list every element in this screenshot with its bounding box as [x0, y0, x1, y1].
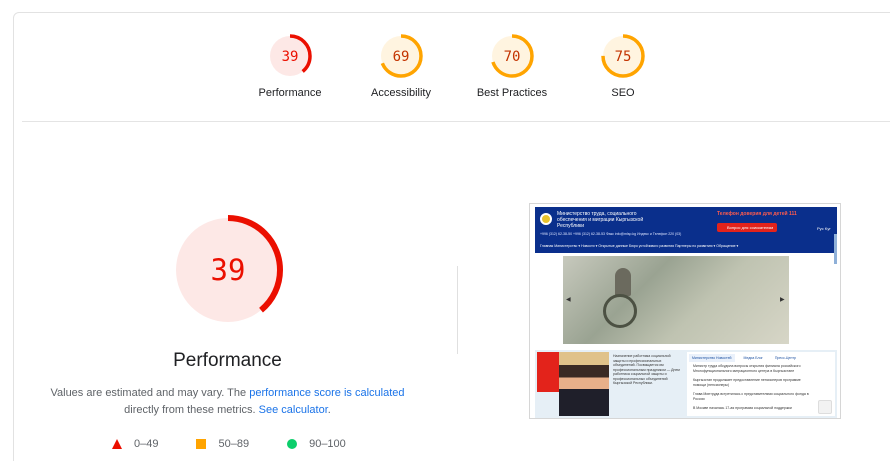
site-bottom: Назначение работника социальной защиты и…	[535, 350, 837, 418]
gauge-label: SEO	[611, 87, 635, 99]
section-divider	[22, 121, 890, 122]
page-screenshot-thumbnail[interactable]: Министерство труда, социального обеспече…	[529, 203, 841, 419]
gauge-seo[interactable]: 75 SEO	[563, 32, 683, 99]
performance-gauge-large: 39	[170, 212, 286, 333]
news-item: Глава Минтруда встретилась с представите…	[693, 392, 809, 401]
site-scrollbar	[834, 234, 837, 264]
gauge-accessibility[interactable]: 69 Accessibility	[341, 32, 461, 99]
vertical-separator	[457, 266, 458, 354]
circle-icon	[287, 439, 298, 449]
news-tab: Министерство Новостей	[689, 354, 735, 362]
summary-gauges: 39 Performance 69 Accessibility 70 Best …	[0, 32, 890, 112]
gauge-ring: 39	[268, 34, 312, 78]
legend-range: 0–49	[134, 438, 159, 450]
hotline-text: Телефон доверия для детей 111	[717, 211, 797, 217]
note-text-2: directly from these metrics.	[124, 404, 259, 416]
gauge-score: 70	[504, 49, 521, 65]
article-text: Назначение работника социальной защиты и…	[613, 354, 680, 385]
site-lang: Рус Kyr	[817, 226, 831, 231]
gauge-score: 75	[615, 49, 632, 65]
legend-range: 90–100	[309, 438, 346, 450]
recaptcha-icon	[818, 400, 832, 414]
performance-score-link[interactable]: performance score is calculated	[249, 387, 404, 399]
portrait-photo	[559, 352, 609, 416]
gauge-performance[interactable]: 39 Performance	[230, 32, 350, 99]
gauge-ring: 70	[490, 34, 534, 78]
news-tab: Пресс-Центр	[774, 356, 796, 360]
legend-average: 50–89	[196, 438, 249, 450]
legend-pass: 90–100	[287, 438, 346, 450]
score-legend: 0–49 50–89 90–100	[112, 438, 384, 450]
person-shape	[615, 268, 631, 296]
site-header: Министерство труда, социального обеспече…	[535, 207, 837, 253]
site-contacts: +996 (312) 62-38-50 +996 (312) 62-38-53 …	[540, 232, 682, 236]
news-list: Министр труда обсудила вопросы открытия …	[693, 364, 813, 415]
legend-fail: 0–49	[112, 438, 158, 450]
news-item: В Москве началась 17-ая программа социал…	[693, 406, 792, 410]
note-text: Values are estimated and may vary. The	[50, 387, 250, 399]
news-item: Министр труда обсудила вопросы открытия …	[693, 364, 801, 373]
gauge-label: Best Practices	[476, 87, 548, 99]
score-note: Values are estimated and may vary. The p…	[0, 385, 455, 419]
gauge-best-practices[interactable]: 70 Best Practices	[452, 32, 572, 99]
emblem-icon	[540, 213, 552, 225]
news-tab: Медиа Блог	[743, 356, 763, 360]
legend-range: 50–89	[218, 438, 250, 450]
wheelchair-shape	[603, 294, 637, 328]
news-item: Кыргызстан продолжает предоставление пен…	[693, 378, 801, 387]
hero-image	[563, 256, 789, 344]
square-icon	[196, 439, 207, 449]
gauge-score: 69	[393, 49, 410, 65]
news-tabs: Министерство Новостей Медиа Блог Пресс-Ц…	[689, 354, 805, 362]
gauge-label: Performance	[258, 87, 322, 99]
chevron-left-icon: ◀	[566, 297, 571, 303]
site-button: Вопрос для соискателям	[717, 223, 777, 232]
flag-shape	[537, 352, 559, 392]
performance-title: Performance	[173, 350, 282, 371]
gauge-ring: 69	[379, 34, 423, 78]
performance-score-large: 39	[211, 253, 246, 287]
gauge-ring-large: 39	[173, 215, 283, 325]
gauge-ring: 75	[601, 34, 645, 78]
news-panel: Министерство Новостей Медиа Блог Пресс-Ц…	[687, 352, 835, 416]
see-calculator-link[interactable]: See calculator	[259, 404, 328, 416]
chevron-right-icon: ▶	[780, 297, 785, 303]
triangle-icon	[112, 439, 122, 449]
site-title: Министерство труда, социального обеспече…	[557, 211, 644, 229]
gauge-score: 39	[282, 49, 299, 65]
note-period: .	[327, 404, 331, 416]
gauge-label: Accessibility	[371, 87, 431, 99]
site-nav: Главная Министерство ▾ Новости ▾ Открыты…	[540, 244, 739, 248]
